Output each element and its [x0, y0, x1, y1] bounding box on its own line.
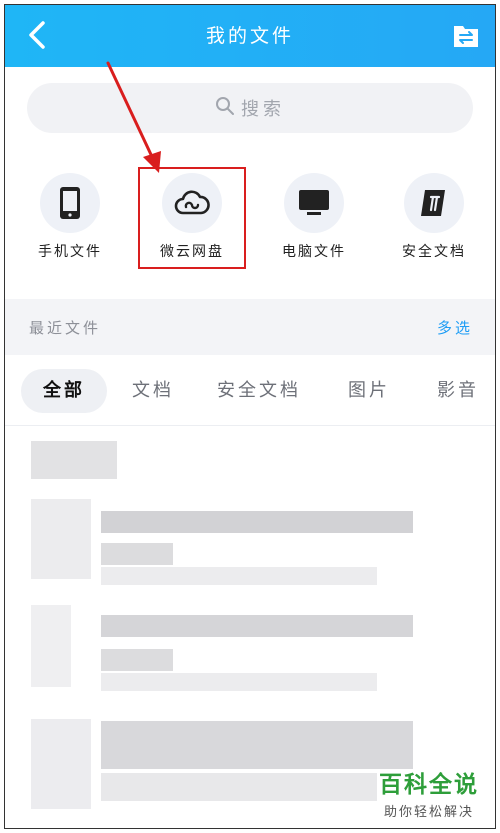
category-label: 电脑文件 [282, 244, 346, 260]
tab-documents[interactable]: 文档 [121, 369, 185, 413]
category-phone-files[interactable]: 手机文件 [15, 167, 125, 267]
search-input[interactable]: 搜索 [27, 83, 473, 133]
secure-doc-icon [404, 173, 464, 233]
watermark-sub: 助你轻松解决 [383, 805, 474, 820]
category-label: 手机文件 [38, 244, 102, 260]
page-title: 我的文件 [205, 25, 294, 47]
search-icon [215, 96, 235, 120]
category-computer-files[interactable]: 电脑文件 [259, 167, 369, 267]
category-label: 安全文档 [402, 244, 466, 260]
tab-secure-documents[interactable]: 安全文档 [209, 369, 309, 413]
top-bar: 我的文件 [5, 5, 495, 67]
monitor-icon [284, 173, 344, 233]
category-secure-docs[interactable]: 安全文档 [379, 167, 489, 267]
search-placeholder: 搜索 [241, 99, 285, 120]
transfer-icon[interactable] [453, 22, 479, 48]
tab-images[interactable]: 图片 [339, 369, 399, 413]
watermark-logo: 百科全说 助你轻松解决 [373, 765, 485, 820]
tab-all[interactable]: 全部 [21, 369, 107, 413]
list-item-placeholder [31, 441, 117, 479]
multi-select-button[interactable]: 多选 [437, 317, 473, 338]
highlight-box [138, 167, 246, 269]
app-frame: 我的文件 搜索 手机文件 微云网盘 电脑文件 安全文档 最近文件 多选 全部 文… [4, 4, 496, 829]
watermark-main: 百科全说 [379, 772, 479, 798]
file-type-tabs: 全部 文档 安全文档 图片 影音 [17, 365, 495, 417]
category-row: 手机文件 微云网盘 电脑文件 安全文档 [5, 167, 495, 277]
tab-divider [5, 425, 495, 426]
tab-media[interactable]: 影音 [425, 369, 491, 413]
phone-icon [40, 173, 100, 233]
recent-files-title: 最近文件 [29, 319, 102, 337]
